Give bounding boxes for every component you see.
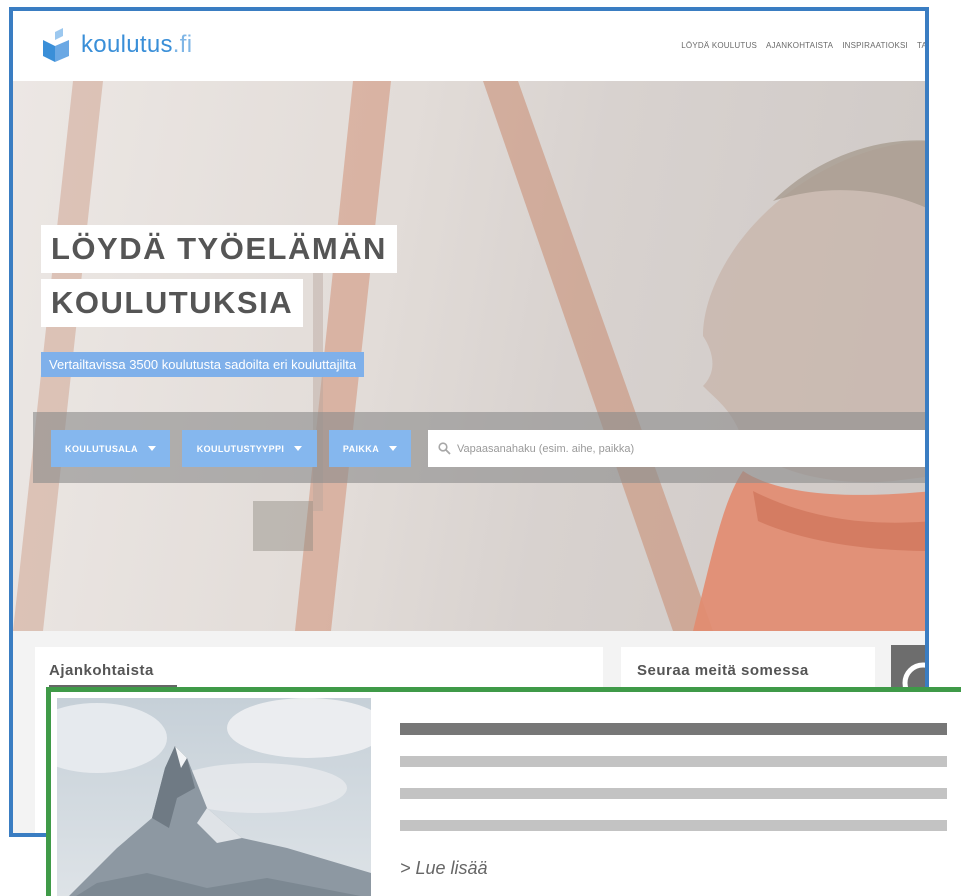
search-icon: [438, 442, 451, 455]
headline-placeholder-bar: [400, 723, 947, 735]
text-placeholder-bar: [400, 788, 947, 799]
hero-title-line1: LÖYDÄ TYÖELÄMÄN: [41, 225, 397, 273]
social-title: Seuraa meitä somessa: [637, 662, 809, 679]
chevron-down-icon: [294, 446, 303, 451]
site-header: koulutus.fi LÖYDÄ KOULUTUS AJANKOHTAISTA…: [13, 11, 925, 81]
filter-field-dropdown[interactable]: KOULUTUSALA: [51, 430, 170, 467]
filter-field-label: KOULUTUSALA: [65, 443, 138, 454]
nav-find-education[interactable]: LÖYDÄ KOULUTUS: [681, 41, 757, 50]
nav-inspiration[interactable]: INSPIRAATIOKSI: [842, 41, 908, 50]
text-placeholder-bar: [400, 820, 947, 831]
nav-more[interactable]: TAR: [917, 41, 925, 50]
filter-type-dropdown[interactable]: KOULUTUSTYYPPI: [182, 430, 317, 467]
filter-type-label: KOULUTUSTYYPPI: [196, 443, 285, 454]
text-placeholder-bar: [400, 756, 947, 767]
logo-text: koulutus.fi: [81, 31, 193, 58]
chevron-down-icon: [147, 446, 156, 451]
article-preview-card[interactable]: > Lue lisää: [46, 687, 961, 896]
search-input[interactable]: [457, 442, 757, 455]
search-filter-bar: KOULUTUSALA KOULUTUSTYYPPI PAIKKA: [33, 412, 925, 483]
search-box: [428, 430, 925, 467]
news-title: Ajankohtaista: [49, 662, 154, 679]
site-logo[interactable]: koulutus.fi: [41, 27, 192, 63]
logo-icon: [43, 28, 69, 62]
top-navigation: LÖYDÄ KOULUTUS AJANKOHTAISTA INSPIRAATIO…: [681, 41, 925, 50]
hero-title-line2: KOULUTUKSIA: [41, 279, 304, 327]
hero-subtitle: Vertailtavissa 3500 koulutusta sadoilta …: [41, 352, 365, 377]
mountain-thumbnail: [57, 698, 371, 896]
filter-place-label: PAIKKA: [342, 443, 380, 454]
nav-current[interactable]: AJANKOHTAISTA: [766, 41, 833, 50]
hero-section: LÖYDÄ TYÖELÄMÄN KOULUTUKSIA Vertailtavis…: [13, 81, 925, 631]
filter-place-dropdown[interactable]: PAIKKA: [329, 430, 411, 467]
read-more-link[interactable]: > Lue lisää: [400, 858, 488, 879]
chevron-down-icon: [389, 446, 398, 451]
